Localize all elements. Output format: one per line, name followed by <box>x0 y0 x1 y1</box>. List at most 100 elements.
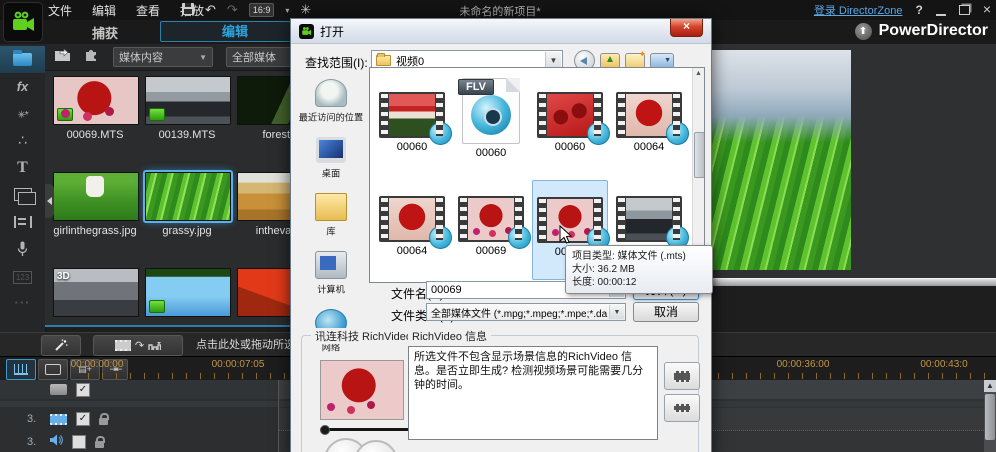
library-item[interactable]: inthevalle <box>237 172 290 237</box>
track-number: 3. <box>27 413 37 425</box>
library-item[interactable] <box>237 268 290 321</box>
timeline-view-button[interactable] <box>6 359 36 380</box>
dialog-titlebar[interactable]: 打开 <box>291 19 711 44</box>
window-title: 未命名的新项目* <box>459 6 541 18</box>
minimize-button[interactable] <box>935 5 946 16</box>
horizontal-splitter[interactable] <box>706 278 996 286</box>
scroll-up-arrow-icon[interactable]: ▲ <box>693 68 704 79</box>
redo-icon[interactable]: ↷ <box>227 2 238 18</box>
library-item[interactable]: 3D <box>53 268 139 321</box>
title-room-button[interactable] <box>0 154 45 181</box>
menu-item[interactable]: 查看 <box>136 2 160 19</box>
library-content-dropdown[interactable]: 媒体内容 ▼ <box>113 47 213 67</box>
media-thumbnail[interactable] <box>145 268 231 317</box>
libraries-icon <box>315 193 347 221</box>
magic-tools-button[interactable] <box>41 335 81 356</box>
settings-gear-icon[interactable]: ✳ <box>300 2 311 18</box>
filetype-combobox[interactable]: 全部媒体文件 (*.mpg;*.mpeg;*.mpe;*.da ▼ <box>426 303 626 321</box>
media-room-button[interactable] <box>0 46 45 73</box>
film-edit-icon <box>674 404 690 412</box>
library-item[interactable]: forest.j <box>237 76 290 141</box>
restore-button[interactable] <box>958 5 970 15</box>
file-item[interactable]: 00069 <box>453 180 531 280</box>
media-thumbnail[interactable] <box>237 76 290 125</box>
media-thumbnail[interactable] <box>237 268 290 317</box>
tab-capture[interactable]: 捕获 <box>50 23 160 42</box>
help-button[interactable]: ? <box>915 3 922 17</box>
filename-value: 00069 <box>431 284 462 296</box>
title-icon <box>17 159 28 177</box>
timeline-vertical-scrollbar[interactable]: ▲ <box>984 380 996 452</box>
place-item-libraries[interactable]: 库 <box>297 193 365 238</box>
library-filter-dropdown[interactable]: 全部媒体▼ <box>226 47 290 67</box>
detect-scenes-button[interactable] <box>664 362 700 390</box>
richvideo-stop-button[interactable] <box>354 440 398 452</box>
place-item-recent-places[interactable]: 最近访问的位置 <box>297 79 365 124</box>
file-item[interactable]: 00064 <box>611 76 689 176</box>
chevron-down-icon[interactable]: ▼ <box>609 305 624 319</box>
dialog-close-button[interactable] <box>670 19 703 37</box>
lock-icon[interactable] <box>99 413 109 425</box>
particle-room-button[interactable] <box>0 127 45 154</box>
media-thumbnail[interactable] <box>53 172 139 221</box>
directorzone-login-link[interactable]: 登录 DirectorZone <box>814 2 903 18</box>
library-item[interactable]: 00069.MTS <box>53 76 139 141</box>
insert-to-timeline-button[interactable]: ↷ <box>93 335 183 356</box>
richvideo-seek-slider[interactable] <box>320 425 414 435</box>
undo-icon[interactable]: ↶ <box>205 2 216 18</box>
effect-room-button[interactable] <box>0 73 45 100</box>
media-thumbnail[interactable]: 3D <box>53 268 139 317</box>
voiceover-room-button[interactable] <box>0 235 45 262</box>
scroll-up-arrow-icon[interactable]: ▲ <box>984 380 996 392</box>
timeline-view-icon <box>14 364 28 375</box>
library-item[interactable]: girlinthegrass.jpg <box>53 172 139 237</box>
thumbnail-image <box>547 94 593 136</box>
file-item[interactable]: 00064 <box>374 180 452 280</box>
cancel-button[interactable]: 取消 <box>633 302 699 322</box>
import-media-icon[interactable] <box>54 47 71 67</box>
thumbnail-image <box>468 198 514 240</box>
preview-image-grassy <box>710 50 851 270</box>
richvideo-group-label: 讯连科技 RichVideo <box>311 328 416 344</box>
edit-scenes-button[interactable] <box>664 394 700 422</box>
hd-quality-badge-icon <box>149 108 165 121</box>
track-enable-checkbox[interactable] <box>72 435 86 449</box>
file-item[interactable]: 00060 <box>374 76 452 176</box>
menu-item[interactable]: 编辑 <box>92 2 116 19</box>
media-thumbnail[interactable] <box>143 170 233 223</box>
fx-icon <box>17 79 29 94</box>
library-item[interactable]: grassy.jpg <box>143 170 233 237</box>
aspect-ratio-caret-icon[interactable]: ▾ <box>285 6 289 15</box>
menu-item[interactable]: 文件 <box>48 2 72 19</box>
close-button[interactable] <box>983 3 991 17</box>
file-item[interactable]: 00060 <box>532 76 610 176</box>
subtitle-room-button[interactable] <box>0 289 45 316</box>
insert-arrow-icon: ↷ <box>134 340 145 352</box>
scrollbar-thumb[interactable] <box>985 394 995 440</box>
pip-objects-room-button[interactable] <box>0 100 45 127</box>
window-controls: 登录 DirectorZone ? <box>814 2 991 18</box>
mixer-icon <box>13 215 32 228</box>
track-enable-checkbox[interactable]: ✓ <box>76 382 90 397</box>
dialog-app-icon <box>299 23 314 39</box>
media-thumbnail[interactable] <box>53 76 139 125</box>
plugin-icon[interactable] <box>84 47 100 67</box>
audio-mixing-room-button[interactable] <box>0 208 45 235</box>
track-enable-checkbox[interactable]: ✓ <box>76 412 90 426</box>
media-thumbnail[interactable] <box>237 172 290 221</box>
chapter-room-button[interactable] <box>0 262 45 289</box>
aspect-ratio-selector[interactable]: 16:9 <box>248 3 275 17</box>
library-item[interactable]: 00139.MTS <box>145 76 231 141</box>
scrollbar-thumb[interactable] <box>694 132 704 178</box>
chapter-icon <box>13 268 32 283</box>
tab-edit[interactable]: 编辑 <box>160 21 310 42</box>
file-item[interactable]: FLV 00060 <box>453 76 529 176</box>
panel-collapse-handle[interactable] <box>45 184 54 218</box>
transition-room-button[interactable] <box>0 181 45 208</box>
lock-icon[interactable] <box>95 436 105 448</box>
media-thumbnail[interactable] <box>145 76 231 125</box>
place-item-desktop[interactable]: 桌面 <box>297 137 365 180</box>
library-item[interactable] <box>145 268 231 321</box>
place-item-computer[interactable]: 计算机 <box>297 251 365 296</box>
save-icon[interactable] <box>182 2 194 18</box>
